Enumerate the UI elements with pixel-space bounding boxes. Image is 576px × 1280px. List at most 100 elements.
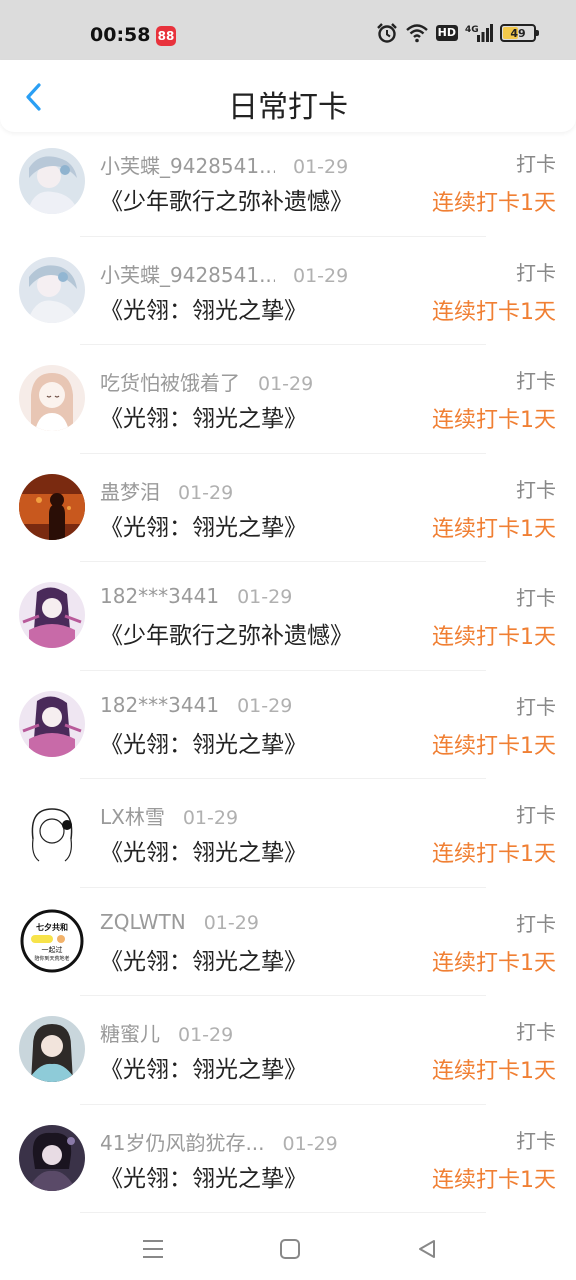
home-button[interactable] (275, 1234, 305, 1264)
book-title[interactable]: 《光翎：翎光之挚》 (100, 508, 307, 542)
checkin-list: 小芙蝶_9428541... 01-29 《少年歌行之弥补遗憾》 打卡 连续打卡1天 小芙… (0, 128, 576, 1213)
book-title[interactable]: 《少年歌行之弥补遗憾》 (100, 182, 353, 216)
user-name[interactable]: 糖蜜儿 (100, 1018, 160, 1047)
status-time: 00:58 (90, 24, 151, 46)
avatar[interactable] (19, 690, 85, 757)
item-meta: 182***3441 01-29 (100, 693, 292, 717)
book-title[interactable]: 《光翎：翎光之挚》 (100, 291, 307, 325)
avatar-text-line3: 陪你到天荒地老 (34, 955, 69, 962)
item-meta: 小芙蝶_9428541... 01-29 (100, 259, 348, 288)
user-name[interactable]: ZQLWTN (100, 910, 186, 934)
checkin-label: 打卡 (516, 586, 556, 610)
back-nav-button[interactable] (412, 1234, 442, 1264)
checkin-list-item[interactable]: 小芙蝶_9428541... 01-29 《光翎：翎光之挚》 打卡连续打卡1天 (0, 237, 576, 346)
streak-label: 连续打卡1天 (432, 842, 556, 867)
user-name[interactable]: LX林雪 (100, 801, 165, 830)
avatar[interactable] (19, 256, 85, 323)
book-title[interactable]: 《光翎：翎光之挚》 (100, 399, 307, 433)
streak-label: 连续打卡1天 (432, 1059, 556, 1084)
user-name[interactable]: 蛊梦泪 (100, 476, 160, 505)
avatar[interactable] (19, 473, 85, 540)
item-meta: ZQLWTN 01-29 (100, 910, 259, 934)
avatar[interactable] (19, 1124, 85, 1191)
avatar-text-line1: 七夕共和 (36, 922, 68, 932)
checkin-list-item[interactable]: 糖蜜儿 01-29 《光翎：翎光之挚》 打卡连续打卡1天 (0, 996, 576, 1105)
streak-label: 连续打卡1天 (432, 191, 556, 216)
app-notification-icon: 88 (156, 26, 176, 46)
item-meta: 糖蜜儿 01-29 (100, 1018, 233, 1047)
book-title[interactable]: 《光翎：翎光之挚》 (100, 725, 307, 759)
checkin-list-item[interactable]: LX林雪 01-29 《光翎：翎光之挚》 打卡连续打卡1天 (0, 779, 576, 888)
page-title: 日常打卡 (228, 90, 348, 125)
hd-icon: HD (435, 25, 458, 41)
checkin-label: 打卡 (516, 1128, 556, 1153)
item-meta: LX林雪 01-29 (100, 801, 238, 830)
checkin-label: 打卡 (516, 694, 556, 719)
streak-label: 连续打卡1天 (432, 950, 556, 976)
checkin-date: 01-29 (282, 1132, 338, 1155)
item-meta: 41岁仍风韵犹存... 01-29 (100, 1127, 338, 1156)
streak-label: 连续打卡1天 (432, 733, 556, 759)
user-name[interactable]: 41岁仍风韵犹存... (100, 1127, 265, 1156)
checkin-date: 01-29 (178, 1024, 234, 1046)
alarm-icon (376, 22, 398, 44)
back-triangle-icon (419, 1240, 435, 1258)
menu-button[interactable] (138, 1234, 168, 1264)
book-title[interactable]: 《少年歌行之弥补遗憾》 (100, 616, 353, 650)
battery-level: 49 (510, 26, 526, 40)
checkin-date: 01-29 (258, 373, 314, 395)
book-title[interactable]: 《光翎：翎光之挚》 (100, 833, 307, 867)
checkin-list-item[interactable]: 182***3441 01-29 《光翎：翎光之挚》 打卡连续打卡1天 (0, 671, 576, 780)
checkin-label: 打卡 (516, 477, 556, 502)
item-meta: 蛊梦泪 01-29 (100, 476, 233, 505)
avatar[interactable] (19, 799, 85, 865)
book-title[interactable]: 《光翎：翎光之挚》 (100, 1159, 307, 1193)
signal-icon: 4G (465, 23, 493, 43)
streak-label: 连续打卡1天 (432, 299, 556, 325)
streak-label: 连续打卡1天 (432, 1167, 556, 1193)
user-name[interactable]: 182***3441 (100, 584, 219, 608)
menu-icon (143, 1240, 163, 1258)
avatar[interactable] (19, 1016, 85, 1082)
streak-label: 连续打卡1天 (432, 408, 556, 433)
wifi-icon (405, 23, 429, 43)
streak-label: 连续打卡1天 (432, 625, 556, 650)
checkin-date: 01-29 (203, 911, 259, 934)
checkin-date: 01-29 (293, 264, 349, 287)
status-icons: HD 4G 49 (376, 22, 539, 44)
checkin-date: 01-29 (182, 807, 239, 829)
avatar[interactable]: 七夕共和一起过 陪你到天荒地老 (19, 907, 85, 974)
checkin-date: 01-29 (293, 156, 349, 178)
svg-text:4G: 4G (465, 25, 479, 35)
checkin-date: 01-29 (237, 586, 293, 608)
avatar-text-line2: 一起过 (42, 945, 63, 954)
user-name[interactable]: 182***3441 (100, 693, 219, 717)
user-name[interactable]: 小芙蝶_9428541... (100, 150, 275, 179)
checkin-date: 01-29 (178, 481, 234, 504)
checkin-list-item[interactable]: 蛊梦泪 01-29 《光翎：翎光之挚》 打卡连续打卡1天 (0, 454, 576, 563)
checkin-label: 打卡 (516, 260, 556, 285)
checkin-list-item[interactable]: 小芙蝶_9428541... 01-29 《少年歌行之弥补遗憾》 打卡连续打卡1天 (0, 128, 576, 237)
user-name[interactable]: 吃货怕被饿着了 (100, 367, 240, 396)
book-title[interactable]: 《光翎：翎光之挚》 (100, 942, 307, 976)
avatar[interactable] (19, 365, 85, 431)
item-meta: 小芙蝶_9428541... 01-29 (100, 150, 348, 179)
checkin-list-item[interactable]: 182***3441 01-29 《少年歌行之弥补遗憾》 打卡连续打卡1天 (0, 562, 576, 671)
streak-label: 连续打卡1天 (432, 516, 556, 542)
home-square-icon (280, 1239, 300, 1259)
book-title[interactable]: 《光翎：翎光之挚》 (100, 1050, 307, 1084)
checkin-label: 打卡 (516, 369, 556, 393)
avatar[interactable] (19, 582, 85, 648)
checkin-list-item[interactable]: 七夕共和 一起过 陪你到天荒地老 ZQLWTN 01-29 《光翎：翎光之挚》 打卡 连续打卡… (0, 888, 576, 997)
checkin-date: 01-29 (237, 694, 293, 717)
checkin-label: 打卡 (516, 1020, 556, 1044)
item-meta: 182***3441 01-29 (100, 584, 292, 608)
checkin-list-item[interactable]: 41岁仍风韵犹存... 01-29 《光翎：翎光之挚》 打卡连续打卡1天 (0, 1105, 576, 1214)
checkin-label: 打卡 (516, 152, 556, 176)
checkin-label: 打卡 (516, 803, 556, 827)
avatar[interactable] (19, 148, 85, 214)
user-name[interactable]: 小芙蝶_9428541... (100, 259, 275, 288)
item-meta: 吃货怕被饿着了 01-29 (100, 367, 313, 396)
checkin-list-item[interactable]: 吃货怕被饿着了 01-29 《光翎：翎光之挚》 打卡连续打卡1天 (0, 345, 576, 454)
status-bar: 00:58 88 HD 4G 49 (0, 0, 576, 60)
